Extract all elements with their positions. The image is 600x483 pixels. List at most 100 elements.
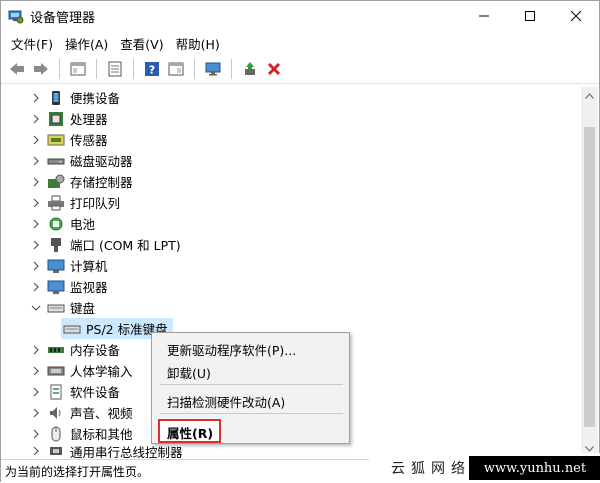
toolbar-separator: [96, 58, 97, 79]
back-icon[interactable]: [7, 59, 27, 79]
menu-item-properties[interactable]: 属性(R): [167, 423, 213, 442]
tree-item-ports[interactable]: 端口 (COM 和 LPT): [1, 234, 181, 255]
chevron-right-icon[interactable]: [30, 176, 42, 188]
watermark-text: 云狐网络: [391, 461, 471, 477]
title-bar: 设备管理器: [1, 1, 599, 31]
chevron-right-icon[interactable]: [30, 260, 42, 272]
tree-item-audio-video[interactable]: 声音、视频: [1, 402, 133, 423]
menu-separator: [160, 413, 343, 414]
tree-item-processors[interactable]: 处理器: [1, 108, 108, 129]
keyboard-icon: [47, 300, 65, 316]
tree-item-batteries[interactable]: 电池: [1, 213, 95, 234]
chevron-right-icon[interactable]: [30, 218, 42, 230]
chevron-right-icon[interactable]: [30, 365, 42, 377]
maximize-button[interactable]: [507, 1, 553, 31]
tree-item-monitors[interactable]: 监视器: [1, 276, 108, 297]
menu-action[interactable]: 操作(A): [59, 34, 114, 53]
tree-item-label: 计算机: [70, 259, 108, 274]
tree-item-label: 内存设备: [70, 343, 121, 358]
close-button[interactable]: [553, 1, 599, 31]
tree-item-keyboards[interactable]: 键盘: [1, 297, 95, 318]
sensor-icon: [47, 132, 65, 148]
mouse-icon: [47, 426, 65, 442]
menu-file[interactable]: 文件(F): [5, 34, 59, 53]
toolbar: ?: [1, 54, 599, 84]
chevron-right-icon[interactable]: [30, 428, 42, 440]
menu-item-update-driver[interactable]: 更新驱动程序软件(P)...: [167, 340, 296, 359]
tree-item-portable-devices[interactable]: 便携设备: [1, 87, 120, 108]
tree-item-label: 打印队列: [70, 196, 121, 211]
menu-item-scan-hardware[interactable]: 扫描检测硬件改动(A): [167, 392, 285, 411]
tree-item-computer[interactable]: 计算机: [1, 255, 108, 276]
monitor-icon[interactable]: [203, 59, 223, 79]
tree-item-label: 便携设备: [70, 91, 121, 106]
tree-item-label: 监视器: [70, 280, 108, 295]
menu-separator: [160, 384, 343, 385]
tree-item-disk-drives[interactable]: 磁盘驱动器: [1, 150, 133, 171]
computer-icon: [47, 258, 65, 274]
show-hide-tree-icon[interactable]: [68, 59, 88, 79]
chevron-down-icon[interactable]: [30, 302, 42, 314]
tree-item-label: 软件设备: [70, 385, 121, 400]
tree-item-storage-controllers[interactable]: 存储控制器: [1, 171, 133, 192]
hid-icon: [47, 363, 65, 379]
chevron-right-icon[interactable]: [30, 445, 42, 457]
svg-text:?: ?: [149, 63, 155, 76]
toolbar-separator: [231, 58, 232, 79]
tree-item-memory-devices[interactable]: 内存设备: [1, 339, 120, 360]
software-device-icon: [47, 384, 65, 400]
menu-bar: 文件(F) 操作(A) 查看(V) 帮助(H): [1, 32, 599, 54]
device-manager-app-icon: [8, 8, 24, 24]
tree-item-label: 键盘: [70, 301, 96, 316]
tree-item-label: 电池: [70, 217, 96, 232]
chevron-right-icon[interactable]: [30, 281, 42, 293]
chevron-right-icon[interactable]: [30, 197, 42, 209]
storage-controller-icon: [47, 174, 65, 190]
tree-item-print-queues[interactable]: 打印队列: [1, 192, 120, 213]
toolbar-separator: [194, 58, 195, 79]
view-icon[interactable]: [166, 59, 186, 79]
tree-item-label: 磁盘驱动器: [70, 154, 133, 169]
chevron-right-icon[interactable]: [30, 134, 42, 146]
tree-item-label: 声音、视频: [70, 406, 133, 421]
scroll-up-icon[interactable]: [581, 87, 598, 104]
portable-device-icon: [47, 90, 65, 106]
disk-drive-icon: [47, 153, 65, 169]
vertical-scrollbar[interactable]: [581, 87, 598, 457]
tree-item-hid[interactable]: 人体学输入: [1, 360, 133, 381]
tree-item-label: 人体学输入: [70, 364, 133, 379]
printer-icon: [47, 195, 65, 211]
chevron-right-icon[interactable]: [30, 155, 42, 167]
usb-icon: [47, 444, 65, 458]
chevron-right-icon[interactable]: [30, 344, 42, 356]
memory-icon: [47, 342, 65, 358]
window-title: 设备管理器: [30, 10, 96, 26]
battery-icon: [47, 216, 65, 232]
scrollbar-thumb[interactable]: [584, 127, 595, 427]
toolbar-separator: [133, 58, 134, 79]
minimize-button[interactable]: [461, 1, 507, 31]
tree-item-sensors[interactable]: 传感器: [1, 129, 108, 150]
uninstall-icon[interactable]: [264, 59, 284, 79]
watermark: 云狐网络 www.yunhu.net: [369, 453, 600, 483]
tree-item-label: 处理器: [70, 112, 108, 127]
menu-help[interactable]: 帮助(H): [170, 34, 226, 53]
chevron-right-icon[interactable]: [30, 386, 42, 398]
chevron-right-icon[interactable]: [30, 113, 42, 125]
chevron-right-icon[interactable]: [30, 239, 42, 251]
tree-item-label: 鼠标和其他: [70, 427, 133, 442]
port-icon: [47, 237, 65, 253]
properties-icon[interactable]: [105, 59, 125, 79]
chevron-right-icon[interactable]: [30, 92, 42, 104]
forward-icon[interactable]: [31, 59, 51, 79]
tree-item-mice[interactable]: 鼠标和其他: [1, 423, 133, 444]
update-driver-icon[interactable]: [240, 59, 260, 79]
tree-item-software-devices[interactable]: 软件设备: [1, 381, 120, 402]
watermark-url: www.yunhu.net: [469, 456, 600, 480]
tree-item-label: 通用串行总线控制器: [70, 444, 183, 459]
menu-view[interactable]: 查看(V): [114, 34, 169, 53]
help-icon[interactable]: ?: [142, 59, 162, 79]
tree-item-usb-controllers[interactable]: 通用串行总线控制器: [1, 444, 183, 458]
menu-item-uninstall[interactable]: 卸载(U): [167, 363, 211, 382]
chevron-right-icon[interactable]: [30, 407, 42, 419]
